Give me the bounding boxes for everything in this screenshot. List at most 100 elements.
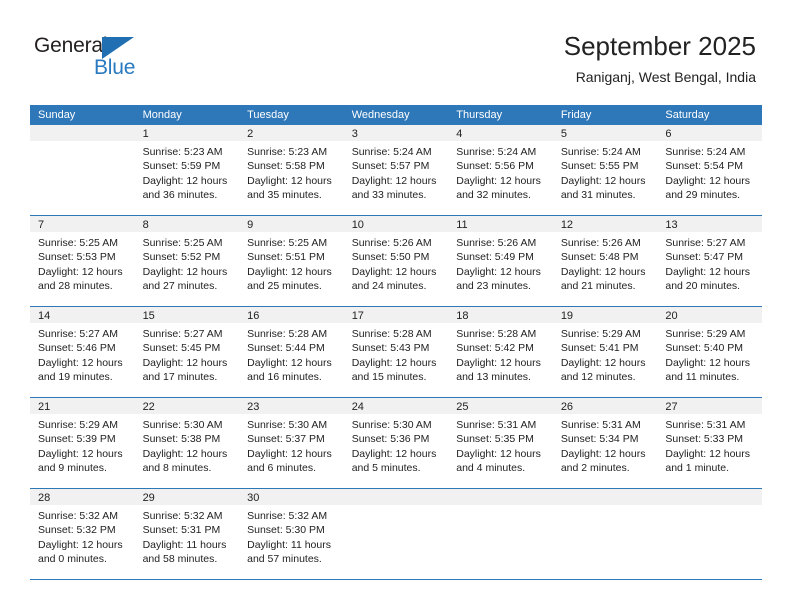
calendar-day-cell[interactable]: 25 Sunrise: 5:31 AM Sunset: 5:35 PM Dayligh… (448, 397, 553, 489)
day-detail-line: Sunrise: 5:28 AM (351, 328, 432, 340)
day-detail-line: Sunset: 5:58 PM (247, 160, 325, 173)
day-detail-line: Sunset: 5:54 PM (665, 160, 744, 173)
day-detail-line: Daylight: 12 hours (456, 265, 541, 278)
calendar-grid: Sunday Monday Tuesday Wednesday Thursday Frid… (30, 105, 762, 579)
calendar-day-cell[interactable]: 27 Sunrise: 5:31 AM Sunset: 5:33 PM Dayligh… (657, 397, 762, 489)
calendar-day-cell[interactable]: 24 Sunrise: 5:30 AM Sunset: 5:36 PM Dayligh… (343, 397, 449, 489)
day-number: 11 (448, 216, 553, 232)
day-detail-line: and 20 minutes. (665, 279, 741, 292)
day-detail-line: and 11 minutes. (665, 370, 740, 383)
weekday-header-tuesday: Tuesday (239, 105, 344, 125)
calendar-day-cell[interactable]: 26 Sunrise: 5:31 AM Sunset: 5:34 PM Dayligh… (552, 397, 658, 489)
day-detail-line: and 31 minutes. (560, 188, 636, 201)
day-number: 23 (239, 398, 344, 414)
day-detail-line: Sunset: 5:39 PM (38, 433, 116, 446)
day-detail-line: Daylight: 12 hours (665, 174, 751, 187)
day-detail-line: Sunrise: 5:23 AM (247, 146, 328, 158)
calendar-day-cell[interactable]: 16 Sunrise: 5:28 AM Sunset: 5:44 PM Dayligh… (239, 306, 344, 398)
day-detail-line: Sunrise: 5:25 AM (38, 237, 118, 249)
calendar-day-cell[interactable]: 30 Sunrise: 5:32 AM Sunset: 5:30 PM Dayligh… (239, 488, 344, 579)
calendar-day-cell[interactable]: 6 Sunrise: 5:24 AM Sunset: 5:54 PM Daylight… (657, 125, 762, 216)
calendar-day-cell[interactable]: 13 Sunrise: 5:27 AM Sunset: 5:47 PM Dayligh… (657, 215, 762, 307)
calendar-day-cell[interactable]: 23 Sunrise: 5:30 AM Sunset: 5:37 PM Dayligh… (239, 397, 344, 489)
calendar-day-cell[interactable]: 22 Sunrise: 5:30 AM Sunset: 5:38 PM Dayligh… (134, 397, 240, 489)
calendar-day-cell[interactable]: 14 Sunrise: 5:27 AM Sunset: 5:46 PM Dayligh… (30, 306, 135, 398)
day-details: Sunrise: 5:24 AM Sunset: 5:56 PM Daylight:… (448, 141, 553, 202)
day-detail-line: Sunset: 5:32 PM (38, 524, 116, 537)
day-detail-line: Daylight: 11 hours (142, 538, 227, 551)
day-detail-line: Daylight: 12 hours (560, 265, 646, 278)
calendar-day-cell[interactable]: 20 Sunrise: 5:29 AM Sunset: 5:40 PM Dayligh… (657, 306, 762, 398)
day-number (657, 489, 762, 505)
day-number: 28 (30, 489, 135, 505)
day-detail-line: Sunrise: 5:25 AM (142, 237, 223, 249)
calendar-day-cell[interactable]: 7 Sunrise: 5:25 AM Sunset: 5:53 PM Daylight… (30, 215, 135, 307)
weekday-header-monday: Monday (134, 105, 240, 125)
day-detail-line: and 13 minutes. (456, 370, 531, 383)
calendar-day-cell[interactable]: 12 Sunrise: 5:26 AM Sunset: 5:48 PM Dayligh… (552, 215, 658, 307)
day-number: 1 (134, 125, 240, 141)
day-detail-line: Daylight: 12 hours (351, 174, 437, 187)
day-details: Sunrise: 5:30 AM Sunset: 5:38 PM Daylight:… (135, 414, 240, 475)
day-detail-line: and 21 minutes. (560, 279, 636, 292)
day-detail-line: Sunrise: 5:32 AM (247, 510, 328, 522)
day-detail-line: Sunrise: 5:31 AM (456, 419, 537, 431)
day-detail-line: Daylight: 12 hours (560, 174, 646, 187)
day-number: 26 (552, 398, 658, 414)
day-details: Sunrise: 5:28 AM Sunset: 5:43 PM Daylight:… (344, 323, 449, 384)
calendar-day-cell[interactable]: 9 Sunrise: 5:25 AM Sunset: 5:51 PM Daylight… (239, 215, 344, 307)
day-detail-line: Sunset: 5:55 PM (560, 160, 639, 173)
day-detail-line: Daylight: 12 hours (247, 174, 332, 187)
calendar-day-cell[interactable]: 28 Sunrise: 5:32 AM Sunset: 5:32 PM Dayligh… (30, 488, 135, 579)
calendar-day-cell[interactable]: 18 Sunrise: 5:28 AM Sunset: 5:42 PM Dayligh… (448, 306, 553, 398)
calendar-day-cell-empty (448, 488, 553, 579)
day-detail-line: Daylight: 12 hours (665, 265, 751, 278)
calendar-day-cell[interactable]: 11 Sunrise: 5:26 AM Sunset: 5:49 PM Dayligh… (448, 215, 553, 307)
day-number: 29 (134, 489, 240, 505)
day-details: Sunrise: 5:31 AM Sunset: 5:35 PM Daylight:… (448, 414, 553, 475)
day-detail-line: and 15 minutes. (351, 370, 427, 383)
day-detail-line: and 4 minutes. (456, 461, 526, 474)
day-detail-line: and 28 minutes. (38, 279, 113, 292)
calendar-day-cell[interactable]: 1 Sunrise: 5:23 AM Sunset: 5:59 PM Daylight… (134, 125, 240, 216)
calendar-day-cell[interactable]: 15 Sunrise: 5:27 AM Sunset: 5:45 PM Dayligh… (134, 306, 240, 398)
calendar-day-cell[interactable]: 5 Sunrise: 5:24 AM Sunset: 5:55 PM Daylight… (552, 125, 658, 216)
day-number: 3 (343, 125, 449, 141)
day-detail-line: and 23 minutes. (456, 279, 531, 292)
calendar-week-row: 14 Sunrise: 5:27 AM Sunset: 5:46 PM Dayligh… (30, 306, 762, 398)
calendar-day-cell[interactable]: 3 Sunrise: 5:24 AM Sunset: 5:57 PM Daylight… (343, 125, 449, 216)
day-details: Sunrise: 5:32 AM Sunset: 5:31 PM Daylight:… (135, 505, 240, 566)
day-detail-line: Sunset: 5:53 PM (38, 251, 116, 264)
calendar-day-cell-empty (343, 488, 449, 579)
day-details (30, 141, 135, 145)
calendar-day-cell-empty (657, 488, 762, 579)
weekday-header-row: Sunday Monday Tuesday Wednesday Thursday Frid… (30, 105, 762, 125)
day-detail-line: Sunset: 5:34 PM (560, 433, 639, 446)
calendar-day-cell[interactable]: 4 Sunrise: 5:24 AM Sunset: 5:56 PM Daylight… (448, 125, 553, 216)
day-number (343, 489, 449, 505)
calendar-day-cell[interactable]: 10 Sunrise: 5:26 AM Sunset: 5:50 PM Dayligh… (343, 215, 449, 307)
day-detail-line: Daylight: 12 hours (38, 356, 123, 369)
calendar-day-cell[interactable]: 21 Sunrise: 5:29 AM Sunset: 5:39 PM Dayligh… (30, 397, 135, 489)
day-detail-line: and 9 minutes. (38, 461, 107, 474)
day-number: 5 (552, 125, 658, 141)
calendar-day-cell[interactable]: 2 Sunrise: 5:23 AM Sunset: 5:58 PM Daylight… (239, 125, 344, 216)
day-detail-line: Sunrise: 5:29 AM (38, 419, 118, 431)
calendar-day-cell[interactable]: 29 Sunrise: 5:32 AM Sunset: 5:31 PM Dayligh… (134, 488, 240, 579)
calendar-day-cell[interactable]: 8 Sunrise: 5:25 AM Sunset: 5:52 PM Daylight… (134, 215, 240, 307)
day-detail-line: Daylight: 12 hours (247, 265, 332, 278)
day-detail-line: Sunset: 5:48 PM (560, 251, 639, 264)
calendar-day-cell[interactable]: 19 Sunrise: 5:29 AM Sunset: 5:41 PM Dayligh… (552, 306, 658, 398)
day-number: 22 (134, 398, 240, 414)
calendar-week-row: 1 Sunrise: 5:23 AM Sunset: 5:59 PM Daylight… (30, 125, 762, 216)
day-detail-line: Daylight: 12 hours (456, 447, 541, 460)
day-detail-line: and 12 minutes. (560, 370, 636, 383)
day-detail-line: Sunset: 5:52 PM (142, 251, 221, 264)
calendar-day-cell[interactable]: 17 Sunrise: 5:28 AM Sunset: 5:43 PM Dayligh… (343, 306, 449, 398)
day-detail-line: and 8 minutes. (142, 461, 212, 474)
day-number: 21 (30, 398, 135, 414)
day-detail-line: Sunrise: 5:30 AM (247, 419, 328, 431)
day-details: Sunrise: 5:31 AM Sunset: 5:33 PM Daylight:… (657, 414, 762, 475)
day-number (552, 489, 658, 505)
day-detail-line: Sunset: 5:43 PM (351, 342, 430, 355)
